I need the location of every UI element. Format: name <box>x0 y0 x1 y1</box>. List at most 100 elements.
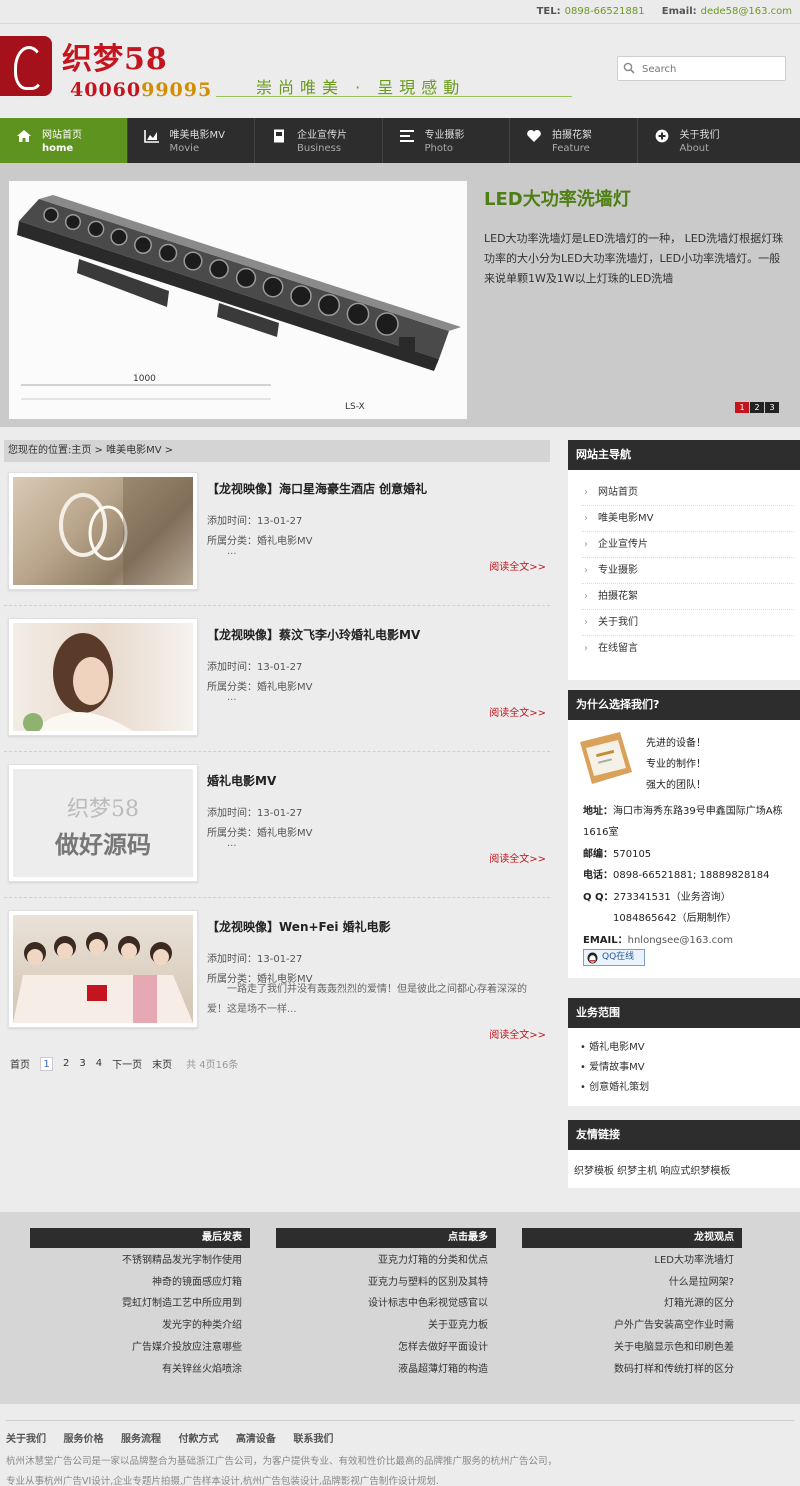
scope-item-label: 爱情故事MV <box>589 1062 645 1073</box>
zip-line: 邮编：570105 <box>583 845 651 860</box>
article-title[interactable]: 【龙视映像】海口星海豪生酒店 创意婚礼 <box>207 480 427 497</box>
bottom-link[interactable]: 服务价格 <box>63 1434 103 1445</box>
footer-link[interactable]: 液晶超薄灯箱的构造 <box>276 1359 496 1381</box>
business-card-icon <box>580 732 632 784</box>
qq-online-label: QQ在线 <box>602 952 635 962</box>
footer-link[interactable]: 亚克力灯箱的分类和优点 <box>276 1250 496 1272</box>
why-point: 先进的设备！ <box>646 738 706 749</box>
phone-label: 电话： <box>583 870 613 881</box>
footer-link[interactable]: 广告媒介投放应注意哪些 <box>30 1337 250 1359</box>
scope-item-label: 婚礼电影MV <box>589 1042 645 1053</box>
footer-link[interactable]: 不锈钢精品发光字制作使用 <box>30 1250 250 1272</box>
footer-link[interactable]: 数码打样和传统打样的区分 <box>522 1359 742 1381</box>
banner-title[interactable]: LED大功率洗墙灯 <box>484 185 631 211</box>
footer-link[interactable]: 关于亚克力板 <box>276 1315 496 1337</box>
logo-mark-icon[interactable] <box>0 36 52 96</box>
last-page-link[interactable]: 末页 <box>152 1056 172 1071</box>
page-link-current[interactable]: 1 <box>40 1056 53 1071</box>
logo-title[interactable]: 织梦58 <box>62 34 168 78</box>
sidebar-nav-item[interactable]: 唯美电影MV <box>582 506 794 532</box>
footer-link[interactable]: 霓虹灯制造工艺中所应用到 <box>30 1293 250 1315</box>
read-more-link[interactable]: 阅读全文>> <box>489 704 546 719</box>
nav-item-home[interactable]: 网站首页 home <box>0 118 128 163</box>
read-more-link[interactable]: 阅读全文>> <box>489 558 546 573</box>
nav-label: 企业宣传片 <box>297 130 347 141</box>
sidebar-nav-item[interactable]: 企业宣传片 <box>582 532 794 558</box>
footer-link[interactable]: 设计标志中色彩视觉感官以 <box>276 1293 496 1315</box>
banner-slider: 1000 LS-X LED大功率洗墙灯 LED大功率洗墙灯是LED洗墙灯的一种，… <box>0 163 800 427</box>
address-line: 地址：海口市海秀东路39号申鑫国际广场A栋1616室 <box>583 801 793 843</box>
sidebar-nav-item[interactable]: 拍摄花絮 <box>582 584 794 610</box>
article-title[interactable]: 婚礼电影MV <box>207 772 276 789</box>
footer-link[interactable]: 怎样去做好平面设计 <box>276 1337 496 1359</box>
sidebar-why-us: 为什么选择我们? 先进的设备！ 专业的制作！ 强大的团队！ 地址：海口市海秀东路… <box>568 690 800 978</box>
scope-item[interactable]: • 创意婚礼策划 <box>570 1078 800 1098</box>
footer-link[interactable]: LED大功率洗墙灯 <box>522 1250 742 1272</box>
footer-link[interactable]: 神奇的镜面感应灯箱 <box>30 1272 250 1294</box>
footer-link[interactable]: 什么是拉网架? <box>522 1272 742 1294</box>
sidebar-nav-item[interactable]: 关于我们 <box>582 610 794 636</box>
footer-link[interactable]: 关于电脑显示色和印刷色差 <box>522 1337 742 1359</box>
home-icon <box>17 130 31 142</box>
address-value: 海口市海秀东路39号申鑫国际广场A栋1616室 <box>583 806 783 838</box>
page-link[interactable]: 4 <box>96 1058 102 1069</box>
banner-image[interactable]: 1000 LS-X <box>9 181 467 419</box>
nav-item-business[interactable]: 企业宣传片 Business <box>255 118 383 163</box>
footer-columns: 最后发表 不锈钢精品发光字制作使用 神奇的镜面感应灯箱 霓虹灯制造工艺中所应用到… <box>0 1212 800 1404</box>
nav-item-photo[interactable]: 专业摄影 Photo <box>383 118 510 163</box>
article-title[interactable]: 【龙视映像】蔡汶飞李小玲婚礼电影MV <box>207 626 420 643</box>
scope-item[interactable]: • 爱情故事MV <box>570 1058 800 1078</box>
image-model-label: LS-X <box>345 402 365 412</box>
nav-sub: Business <box>297 143 342 154</box>
sidebar-nav-item[interactable]: 专业摄影 <box>582 558 794 584</box>
next-page-link[interactable]: 下一页 <box>112 1056 142 1071</box>
search-input[interactable] <box>642 61 782 77</box>
read-more-link[interactable]: 阅读全文>> <box>489 850 546 865</box>
article-thumbnail[interactable]: 织梦58 做好源码 <box>8 764 198 882</box>
nav-sub: home <box>42 143 74 154</box>
bottom-link[interactable]: 关于我们 <box>6 1434 46 1445</box>
article-item: 【龙视映像】蔡汶飞李小玲婚礼电影MV 添加时间：13-01-27 所属分类：婚礼… <box>4 612 550 752</box>
email-value[interactable]: hnlongsee@163.com <box>628 935 733 946</box>
bottom-link[interactable]: 服务流程 <box>121 1434 161 1445</box>
footer-link[interactable]: 灯箱光源的区分 <box>522 1293 742 1315</box>
sidebar-links-title: 友情链接 <box>568 1120 800 1150</box>
article-thumbnail[interactable] <box>8 910 198 1028</box>
nav-item-about[interactable]: 关于我们 About <box>638 118 766 163</box>
tel-label: TEL: <box>536 6 561 17</box>
bottom-text-line: 杭州沐慧堂广告公司是一家以品牌整合为基础浙江广告公司，为客户提供专业、有效和性价… <box>6 1456 558 1467</box>
article-item: 织梦58 做好源码 婚礼电影MV 添加时间：13-01-27 所属分类：婚礼电影… <box>4 758 550 898</box>
read-more-link[interactable]: 阅读全文>> <box>489 1026 546 1041</box>
article-title[interactable]: 【龙视映像】Wen+Fei 婚礼电影 <box>207 918 391 935</box>
nav-item-movie[interactable]: 唯美电影MV Movie <box>128 118 255 163</box>
bottom-link[interactable]: 付款方式 <box>178 1434 218 1445</box>
sidebar-nav-item[interactable]: 网站首页 <box>582 480 794 506</box>
banner-page-button[interactable]: 1 <box>735 402 749 413</box>
article-thumbnail[interactable] <box>8 472 198 590</box>
page-link[interactable]: 3 <box>79 1058 85 1069</box>
first-page-link[interactable]: 首页 <box>10 1056 30 1071</box>
sidebar-nav-item[interactable]: 在线留言 <box>582 636 794 662</box>
scope-item[interactable]: • 婚礼电影MV <box>570 1038 800 1058</box>
nav-item-feature[interactable]: 拍摄花絮 Feature <box>510 118 638 163</box>
bottom-link[interactable]: 联系我们 <box>293 1434 333 1445</box>
footer-link[interactable]: 发光字的种类介绍 <box>30 1315 250 1337</box>
banner-page-button[interactable]: 3 <box>765 402 779 413</box>
banner-page-button[interactable]: 2 <box>750 402 764 413</box>
footer-col-list: 亚克力灯箱的分类和优点 亚克力与塑料的区别及其特 设计标志中色彩视觉感官以 关于… <box>276 1248 496 1380</box>
footer-link[interactable]: 户外广告安装高空作业时需 <box>522 1315 742 1337</box>
bottom-link[interactable]: 高清设备 <box>236 1434 276 1445</box>
email-line: EMAIL：hnlongsee@163.com <box>583 931 733 946</box>
email-label: EMAIL： <box>583 935 628 946</box>
article-thumbnail[interactable] <box>8 618 198 736</box>
page-link[interactable]: 2 <box>63 1058 69 1069</box>
qq-label: Q Q： <box>583 892 614 903</box>
email-value[interactable]: dede58@163.com <box>701 6 792 17</box>
sidebar-nav-title: 网站主导航 <box>568 440 800 470</box>
friend-links-text[interactable]: 织梦模板 织梦主机 响应式织梦模板 <box>568 1150 800 1189</box>
search-icon[interactable] <box>623 62 635 74</box>
sidebar-friend-links: 友情链接 织梦模板 织梦主机 响应式织梦模板 <box>568 1120 800 1188</box>
footer-link[interactable]: 亚克力与塑料的区别及其特 <box>276 1272 496 1294</box>
footer-link[interactable]: 有关锌丝火焰喷涂 <box>30 1359 250 1381</box>
qq-online-button[interactable]: QQ在线 <box>583 949 645 966</box>
